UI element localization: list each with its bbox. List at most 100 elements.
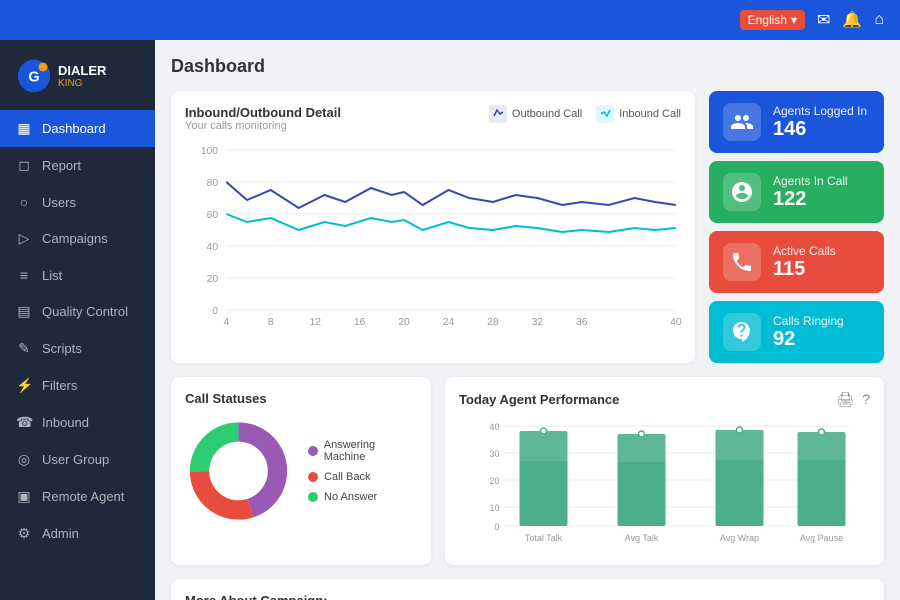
language-selector[interactable]: English ▾ (740, 10, 805, 30)
legend-answering-machine: Answering Machine (308, 439, 417, 463)
perf-header: Today Agent Performance 🖨 ? (459, 391, 870, 408)
svg-text:G: G (28, 69, 39, 85)
active-calls-label: Active Calls (773, 244, 836, 258)
svg-text:40: 40 (670, 317, 681, 328)
users-icon: ○ (16, 194, 32, 210)
print-icon[interactable]: 🖨 (836, 391, 854, 408)
logo-icon: G (16, 58, 52, 94)
svg-text:30: 30 (489, 449, 499, 459)
svg-text:32: 32 (532, 317, 544, 328)
calls-ringing-label: Calls Ringing (773, 314, 844, 328)
user-group-icon: ◎ (16, 451, 32, 468)
calls-ringing-value: 92 (773, 328, 844, 351)
svg-text:12: 12 (309, 317, 321, 328)
svg-text:20: 20 (489, 476, 499, 486)
sidebar-item-users[interactable]: ○ Users (0, 184, 155, 220)
stat-cards: Agents Logged In 146 Agents In Call 122 (709, 91, 884, 363)
svg-text:0: 0 (494, 522, 499, 532)
inbound-legend: Inbound Call (596, 105, 681, 123)
logo-line1: DIALER (58, 63, 106, 78)
quality-icon: ▤ (16, 303, 32, 320)
sidebar-item-inbound[interactable]: ☎ Inbound (0, 404, 155, 441)
sidebar-item-campaigns[interactable]: ▷ Campaigns (0, 220, 155, 257)
sidebar-label-users: Users (42, 195, 76, 210)
svg-text:40: 40 (489, 422, 499, 432)
perf-title: Today Agent Performance (459, 392, 619, 407)
agents-in-call-value: 122 (773, 188, 848, 211)
svg-text:0: 0 (212, 306, 218, 317)
main-content: Dashboard Inbound/Outbound Detail Your c… (155, 40, 900, 600)
legend-call-back: Call Back (308, 471, 417, 483)
chart-subtitle: Your calls monitoring (185, 120, 341, 132)
inbound-outbound-chart-card: Inbound/Outbound Detail Your calls monit… (171, 91, 695, 363)
sidebar-item-remote-agent[interactable]: ▣ Remote Agent (0, 478, 155, 515)
no-answer-label: No Answer (324, 491, 377, 503)
outbound-legend: Outbound Call (489, 105, 582, 123)
sidebar-item-filters[interactable]: ⚡ Filters (0, 367, 155, 404)
inbound-legend-label: Inbound Call (619, 108, 681, 120)
sidebar-item-report[interactable]: ◻ Report (0, 147, 155, 184)
campaigns-icon: ▷ (16, 230, 32, 247)
bell-icon[interactable]: 🔔 (842, 10, 862, 30)
sidebar-item-list[interactable]: ≡ List (0, 257, 155, 293)
sidebar-label-filters: Filters (42, 378, 77, 393)
call-back-label: Call Back (324, 471, 370, 483)
answering-machine-label: Answering Machine (324, 439, 417, 463)
donut-area: Answering Machine Call Back No Answer (185, 416, 417, 526)
home-icon[interactable]: ⌂ (874, 11, 884, 29)
svg-text:10: 10 (489, 503, 499, 513)
agents-logged-in-label: Agents Logged In (773, 104, 867, 118)
perf-actions: 🖨 ? (836, 391, 870, 408)
svg-text:60: 60 (207, 210, 219, 221)
sidebar-label-report: Report (42, 158, 81, 173)
agents-in-call-label: Agents In Call (773, 174, 848, 188)
remote-agent-icon: ▣ (16, 488, 32, 505)
filters-icon: ⚡ (16, 377, 32, 394)
svg-text:Total Talk: Total Talk (525, 533, 563, 543)
logo: G DIALER KING (0, 48, 155, 110)
top-section: Inbound/Outbound Detail Your calls monit… (171, 91, 884, 363)
svg-text:20: 20 (398, 317, 410, 328)
sidebar-label-scripts: Scripts (42, 341, 82, 356)
active-calls-value: 115 (773, 258, 836, 281)
sidebar-item-quality-control[interactable]: ▤ Quality Control (0, 293, 155, 330)
svg-text:4: 4 (223, 317, 229, 328)
answering-machine-dot (308, 446, 318, 456)
svg-text:20: 20 (207, 274, 219, 285)
svg-text:80: 80 (207, 178, 219, 189)
sidebar-label-dashboard: Dashboard (42, 121, 106, 136)
calls-ringing-icon (723, 313, 761, 351)
call-statuses-card: Call Statuses Answering M (171, 377, 431, 565)
inbound-legend-icon (596, 105, 614, 123)
inbound-icon: ☎ (16, 414, 32, 431)
sidebar-item-admin[interactable]: ⚙ Admin (0, 515, 155, 552)
topbar: English ▾ ✉ 🔔 ⌂ (0, 0, 900, 40)
svg-text:Avg Wrap: Avg Wrap (720, 533, 759, 543)
logo-line2: KING (58, 78, 106, 89)
outbound-legend-icon (489, 105, 507, 123)
sidebar-item-user-group[interactable]: ◎ User Group (0, 441, 155, 478)
chart-legend: Outbound Call Inbound Call (489, 105, 681, 123)
donut-legend: Answering Machine Call Back No Answer (308, 439, 417, 503)
svg-text:Avg Talk: Avg Talk (625, 533, 659, 543)
legend-no-answer: No Answer (308, 491, 417, 503)
donut-chart (185, 416, 292, 526)
sidebar-label-quality: Quality Control (42, 304, 128, 319)
campaign-card: More About Campaign: (171, 579, 884, 600)
chart-title: Inbound/Outbound Detail (185, 105, 341, 120)
svg-text:36: 36 (576, 317, 588, 328)
performance-chart: 40 30 20 10 0 (459, 416, 870, 546)
svg-text:Avg Pause: Avg Pause (800, 533, 843, 543)
help-icon[interactable]: ? (862, 391, 870, 408)
sidebar-label-inbound: Inbound (42, 415, 89, 430)
outbound-legend-label: Outbound Call (512, 108, 582, 120)
sidebar-item-dashboard[interactable]: ▦ Dashboard (0, 110, 155, 147)
sidebar: G DIALER KING ▦ Dashboard ◻ Report ○ Use… (0, 40, 155, 600)
mail-icon[interactable]: ✉ (817, 10, 830, 30)
svg-text:16: 16 (354, 317, 366, 328)
list-icon: ≡ (16, 267, 32, 283)
call-back-dot (308, 472, 318, 482)
campaign-title: More About Campaign: (185, 593, 870, 600)
sidebar-label-list: List (42, 268, 62, 283)
sidebar-item-scripts[interactable]: ✎ Scripts (0, 330, 155, 367)
